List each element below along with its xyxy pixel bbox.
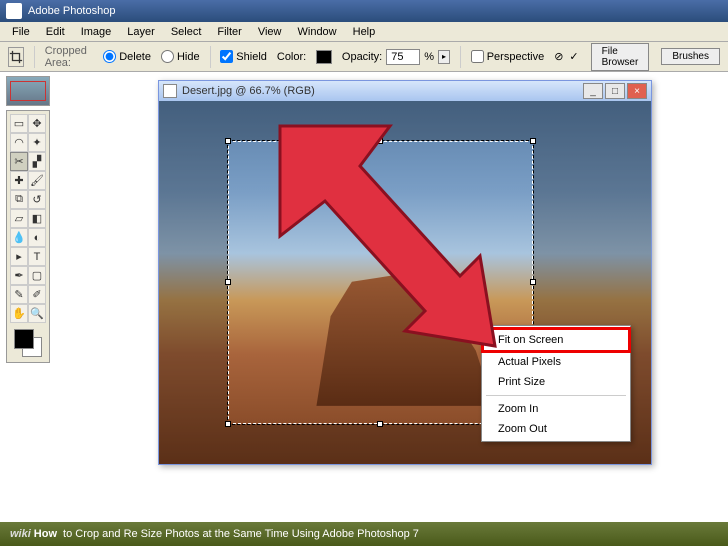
- shape-tool-icon[interactable]: ▢: [28, 266, 46, 285]
- menu-edit[interactable]: Edit: [38, 24, 73, 40]
- crop-shield: [159, 101, 228, 464]
- document-title-bar[interactable]: Desert.jpg @ 66.7% (RGB) _ □ ×: [159, 81, 651, 101]
- context-menu: Fit on Screen Actual Pixels Print Size Z…: [481, 325, 631, 442]
- minimize-button[interactable]: _: [583, 83, 603, 99]
- fg-color-swatch[interactable]: [14, 329, 34, 349]
- app-title: Adobe Photoshop: [28, 5, 115, 17]
- menu-item-zoom-in[interactable]: Zoom In: [482, 399, 630, 419]
- separator: [34, 46, 35, 68]
- document-title: Desert.jpg @ 66.7% (RGB): [182, 85, 315, 97]
- hand-tool-icon[interactable]: ✋: [10, 304, 28, 323]
- separator: [460, 46, 461, 68]
- percent-label: %: [424, 51, 434, 63]
- opacity-control: Opacity: 75 % ▸: [342, 49, 450, 65]
- shield-checkbox[interactable]: Shield: [220, 50, 267, 63]
- crop-handle[interactable]: [530, 138, 536, 144]
- move-tool-icon[interactable]: ✥: [28, 114, 46, 133]
- pen-tool-icon[interactable]: ✒: [10, 266, 28, 285]
- slice-tool-icon[interactable]: ▞: [28, 152, 46, 171]
- menu-file[interactable]: File: [4, 24, 38, 40]
- crop-tool-icon[interactable]: [8, 47, 24, 67]
- cropped-area-label: Cropped Area:: [45, 45, 94, 69]
- file-browser-tab[interactable]: File Browser: [591, 43, 650, 71]
- stamp-tool-icon[interactable]: ⧉: [10, 190, 28, 209]
- wand-tool-icon[interactable]: ✦: [28, 133, 46, 152]
- path-tool-icon[interactable]: ▸: [10, 247, 28, 266]
- perspective-checkbox[interactable]: Perspective: [471, 50, 544, 63]
- cancel-icon[interactable]: ⊘: [554, 50, 563, 63]
- crop-handle[interactable]: [377, 421, 383, 427]
- opacity-label: Opacity:: [342, 51, 382, 63]
- brushes-tab[interactable]: Brushes: [661, 48, 720, 65]
- close-button[interactable]: ×: [627, 83, 647, 99]
- eyedropper-tool-icon[interactable]: ✐: [28, 285, 46, 304]
- brush-tool-icon[interactable]: 🖌: [28, 171, 46, 190]
- blur-tool-icon[interactable]: 💧: [10, 228, 28, 247]
- document-icon: [163, 84, 177, 98]
- color-label: Color:: [277, 51, 306, 63]
- crop-handle[interactable]: [377, 138, 383, 144]
- color-swatches: [10, 327, 46, 359]
- menu-select[interactable]: Select: [163, 24, 210, 40]
- crop-handle[interactable]: [225, 279, 231, 285]
- menu-divider: [486, 395, 626, 396]
- zoom-tool-icon[interactable]: 🔍: [28, 304, 46, 323]
- gradient-tool-icon[interactable]: ◧: [28, 209, 46, 228]
- brand-how: How: [34, 528, 57, 540]
- title-bar: Adobe Photoshop: [0, 0, 728, 22]
- dodge-tool-icon[interactable]: ◐: [28, 228, 46, 247]
- canvas[interactable]: Fit on Screen Actual Pixels Print Size Z…: [159, 101, 651, 464]
- crop-handle[interactable]: [225, 138, 231, 144]
- crop-handle[interactable]: [225, 421, 231, 427]
- maximize-button[interactable]: □: [605, 83, 625, 99]
- notes-tool-icon[interactable]: ✎: [10, 285, 28, 304]
- crop-shield: [228, 101, 533, 141]
- separator: [210, 46, 211, 68]
- toolbox: ▭✥ ◠✦ ✂▞ ✚🖌 ⧉↺ ▱◧ 💧◐ ▸T ✒▢ ✎✐ ✋🔍: [6, 110, 50, 363]
- options-bar: Cropped Area: Delete Hide Shield Color: …: [0, 42, 728, 72]
- opacity-arrow-icon[interactable]: ▸: [438, 50, 450, 64]
- history-brush-icon[interactable]: ↺: [28, 190, 46, 209]
- caption-text: to Crop and Re Size Photos at the Same T…: [63, 528, 419, 540]
- menu-view[interactable]: View: [250, 24, 290, 40]
- menu-window[interactable]: Window: [290, 24, 345, 40]
- heal-tool-icon[interactable]: ✚: [10, 171, 28, 190]
- menu-item-print-size[interactable]: Print Size: [482, 372, 630, 392]
- menu-help[interactable]: Help: [345, 24, 384, 40]
- marquee-tool-icon[interactable]: ▭: [10, 114, 28, 133]
- navigator-panel[interactable]: [6, 76, 50, 106]
- crop-tool-icon[interactable]: ✂: [10, 152, 28, 171]
- delete-radio[interactable]: Delete: [103, 50, 151, 63]
- menu-layer[interactable]: Layer: [119, 24, 163, 40]
- confirm-icon[interactable]: ✓: [569, 50, 578, 63]
- hide-radio[interactable]: Hide: [161, 50, 200, 63]
- menu-item-actual-pixels[interactable]: Actual Pixels: [482, 352, 630, 372]
- document-window: Desert.jpg @ 66.7% (RGB) _ □ × Fit on Sc…: [158, 80, 652, 465]
- brand-wiki: wiki: [10, 528, 31, 540]
- menu-image[interactable]: Image: [73, 24, 120, 40]
- crop-handle[interactable]: [530, 279, 536, 285]
- menu-filter[interactable]: Filter: [209, 24, 249, 40]
- lasso-tool-icon[interactable]: ◠: [10, 133, 28, 152]
- menu-bar: File Edit Image Layer Select Filter View…: [0, 22, 728, 42]
- menu-item-zoom-out[interactable]: Zoom Out: [482, 419, 630, 439]
- type-tool-icon[interactable]: T: [28, 247, 46, 266]
- eraser-tool-icon[interactable]: ▱: [10, 209, 28, 228]
- color-swatch[interactable]: [316, 50, 332, 64]
- tutorial-caption: wiki How to Crop and Re Size Photos at t…: [0, 522, 728, 546]
- menu-item-fit-on-screen[interactable]: Fit on Screen: [481, 327, 631, 353]
- opacity-value[interactable]: 75: [386, 49, 420, 65]
- app-icon: [6, 3, 22, 19]
